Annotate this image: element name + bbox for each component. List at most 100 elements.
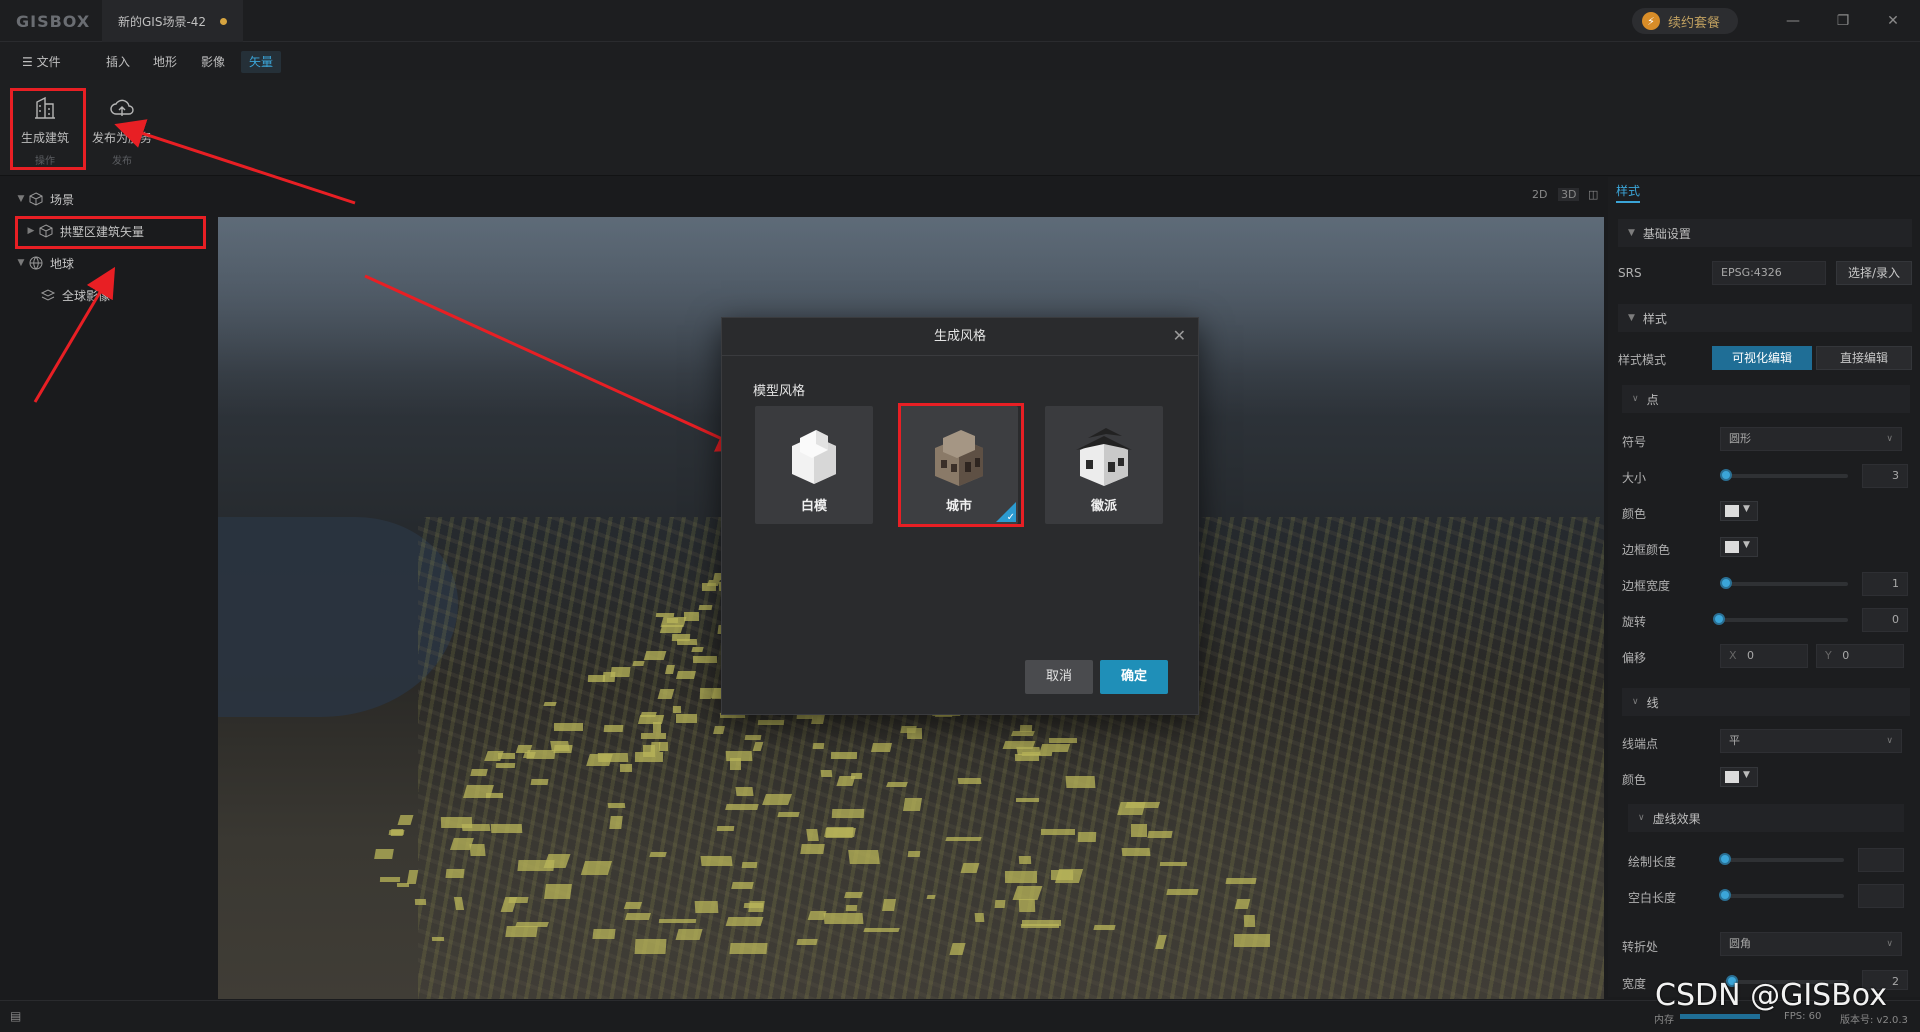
building-footprint (692, 655, 718, 663)
size-slider-handle[interactable] (1720, 469, 1732, 481)
rotate-input[interactable]: 0 (1862, 608, 1908, 632)
renew-plan-button[interactable]: ⚡ 续约套餐 (1632, 8, 1739, 34)
dash-length-slider-handle[interactable] (1719, 853, 1731, 865)
building-footprint (735, 787, 755, 796)
building-footprint (674, 928, 703, 940)
style-option-huizhou[interactable]: 徽派 (1045, 406, 1163, 524)
section-line[interactable]: ∨ 线 (1622, 688, 1910, 716)
section-basic-settings[interactable]: ▼ 基础设置 (1618, 219, 1912, 247)
srs-select-button[interactable]: 选择/录入 (1836, 261, 1912, 285)
close-window-icon[interactable]: ✕ (1882, 10, 1904, 32)
building-footprint (597, 752, 628, 762)
building-footprint (667, 617, 678, 623)
restore-icon[interactable]: ❐ (1832, 10, 1854, 32)
offset-x-label: X (1729, 649, 1737, 662)
building-footprint (850, 773, 862, 780)
menu-insert[interactable]: 插入 (98, 51, 138, 73)
rotate-slider-handle[interactable] (1713, 613, 1725, 625)
building-footprint (960, 863, 980, 874)
line-cap-value: 平 (1729, 734, 1740, 747)
building-footprint (1116, 801, 1146, 815)
tree-node-global-imagery[interactable]: 全球影像 (0, 282, 214, 308)
gap-length-slider-handle[interactable] (1719, 889, 1731, 901)
width-label: 宽度 (1622, 977, 1647, 991)
minimize-icon[interactable]: — (1782, 10, 1804, 32)
rotate-slider[interactable] (1716, 618, 1848, 622)
ribbon-toolbar: 生成建筑 操作 发布为服务 发布 (0, 80, 1920, 176)
building-footprint (821, 769, 833, 777)
building-footprint (1011, 730, 1036, 736)
close-icon[interactable]: ✕ (1173, 326, 1186, 345)
line-cap-select[interactable]: 平 ∨ (1720, 729, 1902, 753)
offset-x-input[interactable]: X 0 (1720, 644, 1808, 668)
line-color-picker[interactable]: ▼ (1720, 767, 1758, 787)
view-2d-button[interactable]: 2D (1532, 188, 1547, 201)
file-menu[interactable]: ☰ 文件 (14, 51, 69, 73)
building-footprint (483, 750, 504, 761)
building-footprint (871, 742, 893, 752)
dash-length-input[interactable] (1858, 848, 1904, 872)
srs-input[interactable]: EPSG:4326 (1712, 261, 1826, 285)
symbol-select-value: 圆形 (1729, 432, 1751, 445)
direct-edit-button[interactable]: 直接编辑 (1816, 346, 1912, 370)
color-swatch (1725, 771, 1739, 783)
tree-node-earth-label: 地球 (50, 256, 75, 271)
building-footprint (862, 927, 900, 933)
line-color-label: 颜色 (1622, 773, 1647, 787)
section-style[interactable]: ▼ 样式 (1618, 304, 1912, 332)
document-tab[interactable]: 新的GIS场景-42 (102, 0, 244, 42)
view-3d-button[interactable]: 3D (1558, 188, 1580, 201)
tree-node-earth[interactable]: ▼ 地球 (0, 250, 214, 276)
building-footprint (694, 901, 719, 914)
caret-down-icon: ▼ (1743, 770, 1750, 780)
confirm-button[interactable]: 确定 (1100, 660, 1168, 694)
tab-style[interactable]: 样式 (1616, 182, 1641, 203)
building-footprint (675, 714, 698, 723)
symbol-select[interactable]: 圆形 ∨ (1720, 427, 1902, 451)
gap-length-slider[interactable] (1724, 894, 1844, 898)
building-footprint (796, 939, 819, 946)
color-swatch (1725, 541, 1739, 553)
annotation-box-generate (10, 88, 86, 170)
visual-edit-button[interactable]: 可视化编辑 (1712, 346, 1812, 370)
color-swatch (1725, 505, 1739, 517)
dash-length-slider[interactable] (1724, 858, 1844, 862)
status-bar: ▤ 内存 FPS: 60 版本号: v2.0.3 (0, 1000, 1920, 1032)
menu-terrain[interactable]: 地形 (145, 51, 185, 73)
publish-service-button[interactable]: 发布为服务 发布 (86, 90, 158, 167)
building-footprint (610, 667, 632, 677)
building-footprint (731, 882, 754, 890)
building-footprint (490, 823, 522, 833)
offset-y-input[interactable]: Y 0 (1816, 644, 1904, 668)
split-view-icon[interactable]: ◫ (1588, 188, 1598, 201)
style-option-white-model[interactable]: 白模 (755, 406, 873, 524)
building-footprint (725, 803, 759, 810)
white-model-label: 白模 (800, 499, 827, 514)
globe-icon (29, 256, 43, 270)
cancel-button[interactable]: 取消 (1025, 660, 1093, 694)
point-color-picker[interactable]: ▼ (1720, 501, 1758, 521)
border-color-picker[interactable]: ▼ (1720, 537, 1758, 557)
building-footprint (544, 884, 572, 900)
size-input[interactable]: 3 (1862, 464, 1908, 488)
border-width-slider[interactable] (1724, 582, 1848, 586)
size-slider[interactable] (1724, 474, 1848, 478)
offset-x-value: 0 (1747, 649, 1755, 662)
border-width-input[interactable]: 1 (1862, 572, 1908, 596)
building-footprint (675, 670, 696, 679)
gap-length-input[interactable] (1858, 884, 1904, 908)
tree-node-scene[interactable]: ▼ 场景 (0, 186, 214, 212)
building-footprint (450, 838, 475, 850)
tree-node-global-imagery-label: 全球影像 (62, 288, 111, 303)
log-icon[interactable]: ▤ (10, 1009, 21, 1023)
border-width-slider-handle[interactable] (1720, 577, 1732, 589)
building-footprint (1040, 743, 1071, 752)
menu-imagery[interactable]: 影像 (193, 51, 233, 73)
dialog-title: 生成风格 (722, 318, 1198, 356)
menu-vector[interactable]: 矢量 (241, 51, 282, 73)
building-footprint (1233, 934, 1270, 948)
section-dash[interactable]: ∨ 虚线效果 (1628, 804, 1904, 832)
join-select[interactable]: 圆角 ∨ (1720, 932, 1902, 956)
section-point[interactable]: ∨ 点 (1622, 385, 1910, 413)
caret-down-icon: ▼ (1743, 540, 1750, 550)
